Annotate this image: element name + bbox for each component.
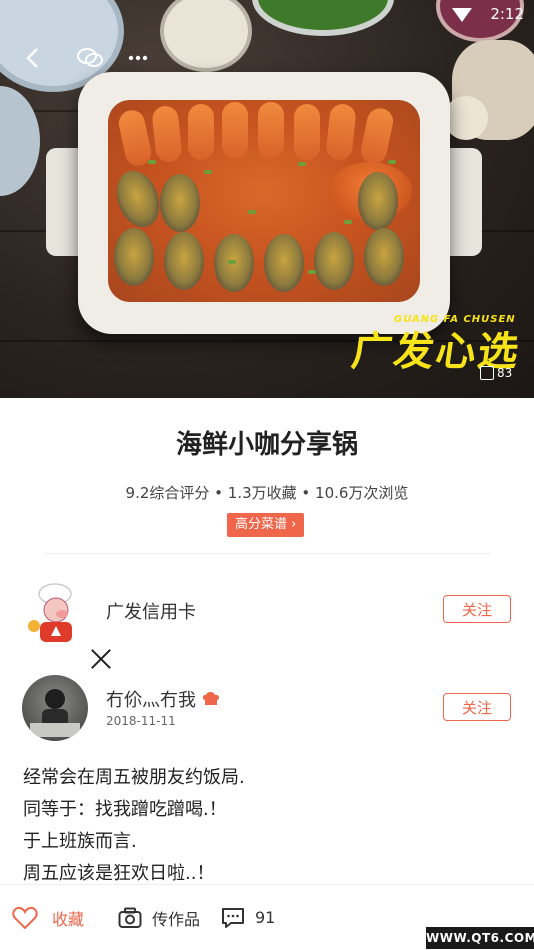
more-button[interactable] [120, 40, 156, 76]
camera-icon [118, 907, 142, 928]
chef-mascot-icon [28, 583, 72, 642]
gallery-icon [480, 366, 494, 380]
description-line: 同等于：找我蹭吃蹭喝.！ [23, 799, 227, 820]
wechat-icon [77, 48, 103, 67]
follow-button[interactable]: 关注 [443, 693, 511, 721]
recipe-title: 海鲜小咖分享锅 [175, 430, 358, 460]
upload-work-label: 传作品 [152, 909, 201, 929]
brand-subtitle: GUANG FA CHUSEN [394, 314, 516, 325]
recipe-stats: 9.2综合评分 • 1.3万收藏 • 10.6万次浏览 [125, 484, 409, 502]
chef-hat-icon [202, 692, 220, 705]
favorite-label: 收藏 [52, 909, 85, 929]
author-name: 冇伱灬冇我 [106, 690, 196, 711]
more-icon [128, 55, 148, 61]
user-photo-icon [30, 689, 80, 737]
status-bar: 2:12 [0, 0, 534, 30]
share-wechat-button[interactable] [72, 40, 108, 76]
image-count-value: 83 [497, 366, 513, 380]
author-name-row[interactable]: 冇伱灬冇我 [106, 686, 220, 712]
avatar[interactable] [22, 675, 88, 741]
description-line: 经常会在周五被朋友约饭局. [23, 767, 245, 788]
comment-icon [222, 907, 244, 928]
post-date: 2018-11-11 [106, 714, 176, 728]
heart-icon [12, 906, 38, 929]
author-name[interactable]: 广发信用卡 [106, 598, 196, 624]
divider [44, 553, 490, 554]
back-icon [26, 48, 38, 68]
upload-work-button[interactable]: 传作品 [118, 885, 200, 950]
follow-button[interactable]: 关注 [443, 595, 511, 623]
description-line: 于上班族而言. [23, 831, 137, 852]
high-score-tag[interactable]: 高分菜谱 › [227, 513, 305, 537]
top-navigation [0, 40, 534, 80]
favorite-button[interactable]: 收藏 [12, 885, 84, 950]
status-time: 2:12 [490, 5, 524, 23]
image-count[interactable]: 83 [480, 366, 512, 380]
watermark: WWW.QT6.COM [426, 927, 534, 949]
comment-count: 91 [255, 908, 276, 927]
wifi-icon [452, 8, 472, 22]
collab-x-icon [88, 646, 114, 672]
comments-button[interactable]: 91 [221, 885, 275, 950]
back-button[interactable] [14, 40, 50, 76]
recipe-description: 经常会在周五被朋友约饭局. 同等于：找我蹭吃蹭喝.！ 于上班族而言. 周五应该是… [23, 762, 245, 890]
avatar[interactable] [22, 580, 88, 646]
